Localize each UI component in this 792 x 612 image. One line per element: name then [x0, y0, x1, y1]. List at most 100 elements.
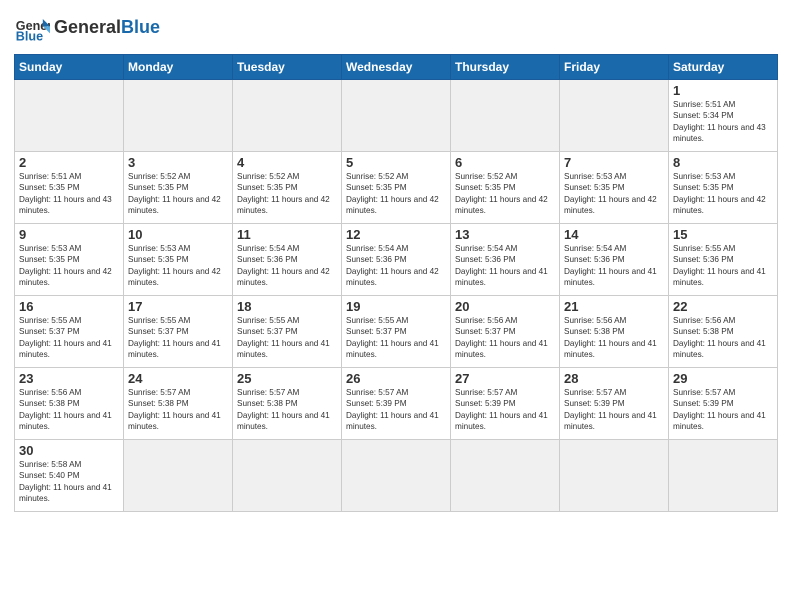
weekday-header-friday: Friday	[560, 55, 669, 80]
calendar-cell	[233, 440, 342, 512]
day-info: Sunrise: 5:58 AMSunset: 5:40 PMDaylight:…	[19, 459, 119, 505]
day-info: Sunrise: 5:54 AMSunset: 5:36 PMDaylight:…	[564, 243, 664, 289]
calendar-cell: 27Sunrise: 5:57 AMSunset: 5:39 PMDayligh…	[451, 368, 560, 440]
day-number: 21	[564, 299, 664, 314]
day-number: 2	[19, 155, 119, 170]
day-info: Sunrise: 5:51 AMSunset: 5:34 PMDaylight:…	[673, 99, 773, 145]
day-info: Sunrise: 5:56 AMSunset: 5:38 PMDaylight:…	[19, 387, 119, 433]
day-info: Sunrise: 5:52 AMSunset: 5:35 PMDaylight:…	[455, 171, 555, 217]
day-info: Sunrise: 5:55 AMSunset: 5:36 PMDaylight:…	[673, 243, 773, 289]
day-number: 24	[128, 371, 228, 386]
calendar-cell	[233, 80, 342, 152]
calendar-cell: 28Sunrise: 5:57 AMSunset: 5:39 PMDayligh…	[560, 368, 669, 440]
day-number: 16	[19, 299, 119, 314]
day-info: Sunrise: 5:55 AMSunset: 5:37 PMDaylight:…	[19, 315, 119, 361]
day-number: 29	[673, 371, 773, 386]
day-info: Sunrise: 5:57 AMSunset: 5:39 PMDaylight:…	[346, 387, 446, 433]
day-number: 11	[237, 227, 337, 242]
calendar-cell	[342, 440, 451, 512]
calendar-cell: 24Sunrise: 5:57 AMSunset: 5:38 PMDayligh…	[124, 368, 233, 440]
day-info: Sunrise: 5:52 AMSunset: 5:35 PMDaylight:…	[237, 171, 337, 217]
calendar-cell: 26Sunrise: 5:57 AMSunset: 5:39 PMDayligh…	[342, 368, 451, 440]
calendar-cell: 3Sunrise: 5:52 AMSunset: 5:35 PMDaylight…	[124, 152, 233, 224]
calendar-cell: 12Sunrise: 5:54 AMSunset: 5:36 PMDayligh…	[342, 224, 451, 296]
calendar-cell: 2Sunrise: 5:51 AMSunset: 5:35 PMDaylight…	[15, 152, 124, 224]
calendar-cell: 17Sunrise: 5:55 AMSunset: 5:37 PMDayligh…	[124, 296, 233, 368]
day-number: 5	[346, 155, 446, 170]
calendar-cell: 30Sunrise: 5:58 AMSunset: 5:40 PMDayligh…	[15, 440, 124, 512]
day-number: 14	[564, 227, 664, 242]
day-info: Sunrise: 5:57 AMSunset: 5:39 PMDaylight:…	[564, 387, 664, 433]
day-number: 15	[673, 227, 773, 242]
day-number: 28	[564, 371, 664, 386]
day-number: 23	[19, 371, 119, 386]
calendar-cell: 21Sunrise: 5:56 AMSunset: 5:38 PMDayligh…	[560, 296, 669, 368]
logo: General Blue GeneralBlue	[14, 10, 160, 46]
calendar-cell: 15Sunrise: 5:55 AMSunset: 5:36 PMDayligh…	[669, 224, 778, 296]
calendar-cell: 4Sunrise: 5:52 AMSunset: 5:35 PMDaylight…	[233, 152, 342, 224]
day-number: 18	[237, 299, 337, 314]
day-info: Sunrise: 5:54 AMSunset: 5:36 PMDaylight:…	[346, 243, 446, 289]
day-number: 1	[673, 83, 773, 98]
day-number: 10	[128, 227, 228, 242]
day-info: Sunrise: 5:55 AMSunset: 5:37 PMDaylight:…	[128, 315, 228, 361]
day-info: Sunrise: 5:57 AMSunset: 5:38 PMDaylight:…	[128, 387, 228, 433]
day-info: Sunrise: 5:56 AMSunset: 5:37 PMDaylight:…	[455, 315, 555, 361]
header: General Blue GeneralBlue	[14, 10, 778, 46]
calendar-cell: 14Sunrise: 5:54 AMSunset: 5:36 PMDayligh…	[560, 224, 669, 296]
day-number: 4	[237, 155, 337, 170]
day-number: 13	[455, 227, 555, 242]
day-number: 7	[564, 155, 664, 170]
day-number: 8	[673, 155, 773, 170]
calendar-cell: 8Sunrise: 5:53 AMSunset: 5:35 PMDaylight…	[669, 152, 778, 224]
day-number: 3	[128, 155, 228, 170]
svg-text:Blue: Blue	[16, 30, 43, 44]
day-number: 20	[455, 299, 555, 314]
day-number: 9	[19, 227, 119, 242]
day-number: 26	[346, 371, 446, 386]
calendar-cell: 20Sunrise: 5:56 AMSunset: 5:37 PMDayligh…	[451, 296, 560, 368]
day-number: 25	[237, 371, 337, 386]
weekday-header-sunday: Sunday	[15, 55, 124, 80]
calendar-cell: 11Sunrise: 5:54 AMSunset: 5:36 PMDayligh…	[233, 224, 342, 296]
day-number: 27	[455, 371, 555, 386]
day-info: Sunrise: 5:52 AMSunset: 5:35 PMDaylight:…	[128, 171, 228, 217]
calendar-cell: 25Sunrise: 5:57 AMSunset: 5:38 PMDayligh…	[233, 368, 342, 440]
day-info: Sunrise: 5:57 AMSunset: 5:39 PMDaylight:…	[455, 387, 555, 433]
day-info: Sunrise: 5:54 AMSunset: 5:36 PMDaylight:…	[237, 243, 337, 289]
day-info: Sunrise: 5:57 AMSunset: 5:38 PMDaylight:…	[237, 387, 337, 433]
calendar-cell: 18Sunrise: 5:55 AMSunset: 5:37 PMDayligh…	[233, 296, 342, 368]
calendar-cell: 29Sunrise: 5:57 AMSunset: 5:39 PMDayligh…	[669, 368, 778, 440]
day-number: 19	[346, 299, 446, 314]
day-info: Sunrise: 5:53 AMSunset: 5:35 PMDaylight:…	[128, 243, 228, 289]
day-number: 22	[673, 299, 773, 314]
calendar-cell: 19Sunrise: 5:55 AMSunset: 5:37 PMDayligh…	[342, 296, 451, 368]
calendar-cell	[669, 440, 778, 512]
day-number: 17	[128, 299, 228, 314]
day-info: Sunrise: 5:56 AMSunset: 5:38 PMDaylight:…	[673, 315, 773, 361]
day-info: Sunrise: 5:57 AMSunset: 5:39 PMDaylight:…	[673, 387, 773, 433]
calendar-cell	[451, 80, 560, 152]
day-number: 30	[19, 443, 119, 458]
calendar-cell	[560, 440, 669, 512]
logo-text: GeneralBlue	[54, 18, 160, 38]
calendar-cell: 5Sunrise: 5:52 AMSunset: 5:35 PMDaylight…	[342, 152, 451, 224]
logo-icon: General Blue	[14, 10, 50, 46]
day-info: Sunrise: 5:52 AMSunset: 5:35 PMDaylight:…	[346, 171, 446, 217]
day-info: Sunrise: 5:56 AMSunset: 5:38 PMDaylight:…	[564, 315, 664, 361]
page: General Blue GeneralBlue SundayMondayTue…	[0, 0, 792, 612]
weekday-header-thursday: Thursday	[451, 55, 560, 80]
day-info: Sunrise: 5:53 AMSunset: 5:35 PMDaylight:…	[564, 171, 664, 217]
calendar-cell: 10Sunrise: 5:53 AMSunset: 5:35 PMDayligh…	[124, 224, 233, 296]
calendar-cell: 23Sunrise: 5:56 AMSunset: 5:38 PMDayligh…	[15, 368, 124, 440]
calendar-cell: 16Sunrise: 5:55 AMSunset: 5:37 PMDayligh…	[15, 296, 124, 368]
calendar-cell: 7Sunrise: 5:53 AMSunset: 5:35 PMDaylight…	[560, 152, 669, 224]
calendar-cell	[124, 440, 233, 512]
calendar-cell	[451, 440, 560, 512]
weekday-header-wednesday: Wednesday	[342, 55, 451, 80]
day-number: 6	[455, 155, 555, 170]
calendar-cell	[15, 80, 124, 152]
day-number: 12	[346, 227, 446, 242]
calendar-cell: 22Sunrise: 5:56 AMSunset: 5:38 PMDayligh…	[669, 296, 778, 368]
day-info: Sunrise: 5:55 AMSunset: 5:37 PMDaylight:…	[237, 315, 337, 361]
